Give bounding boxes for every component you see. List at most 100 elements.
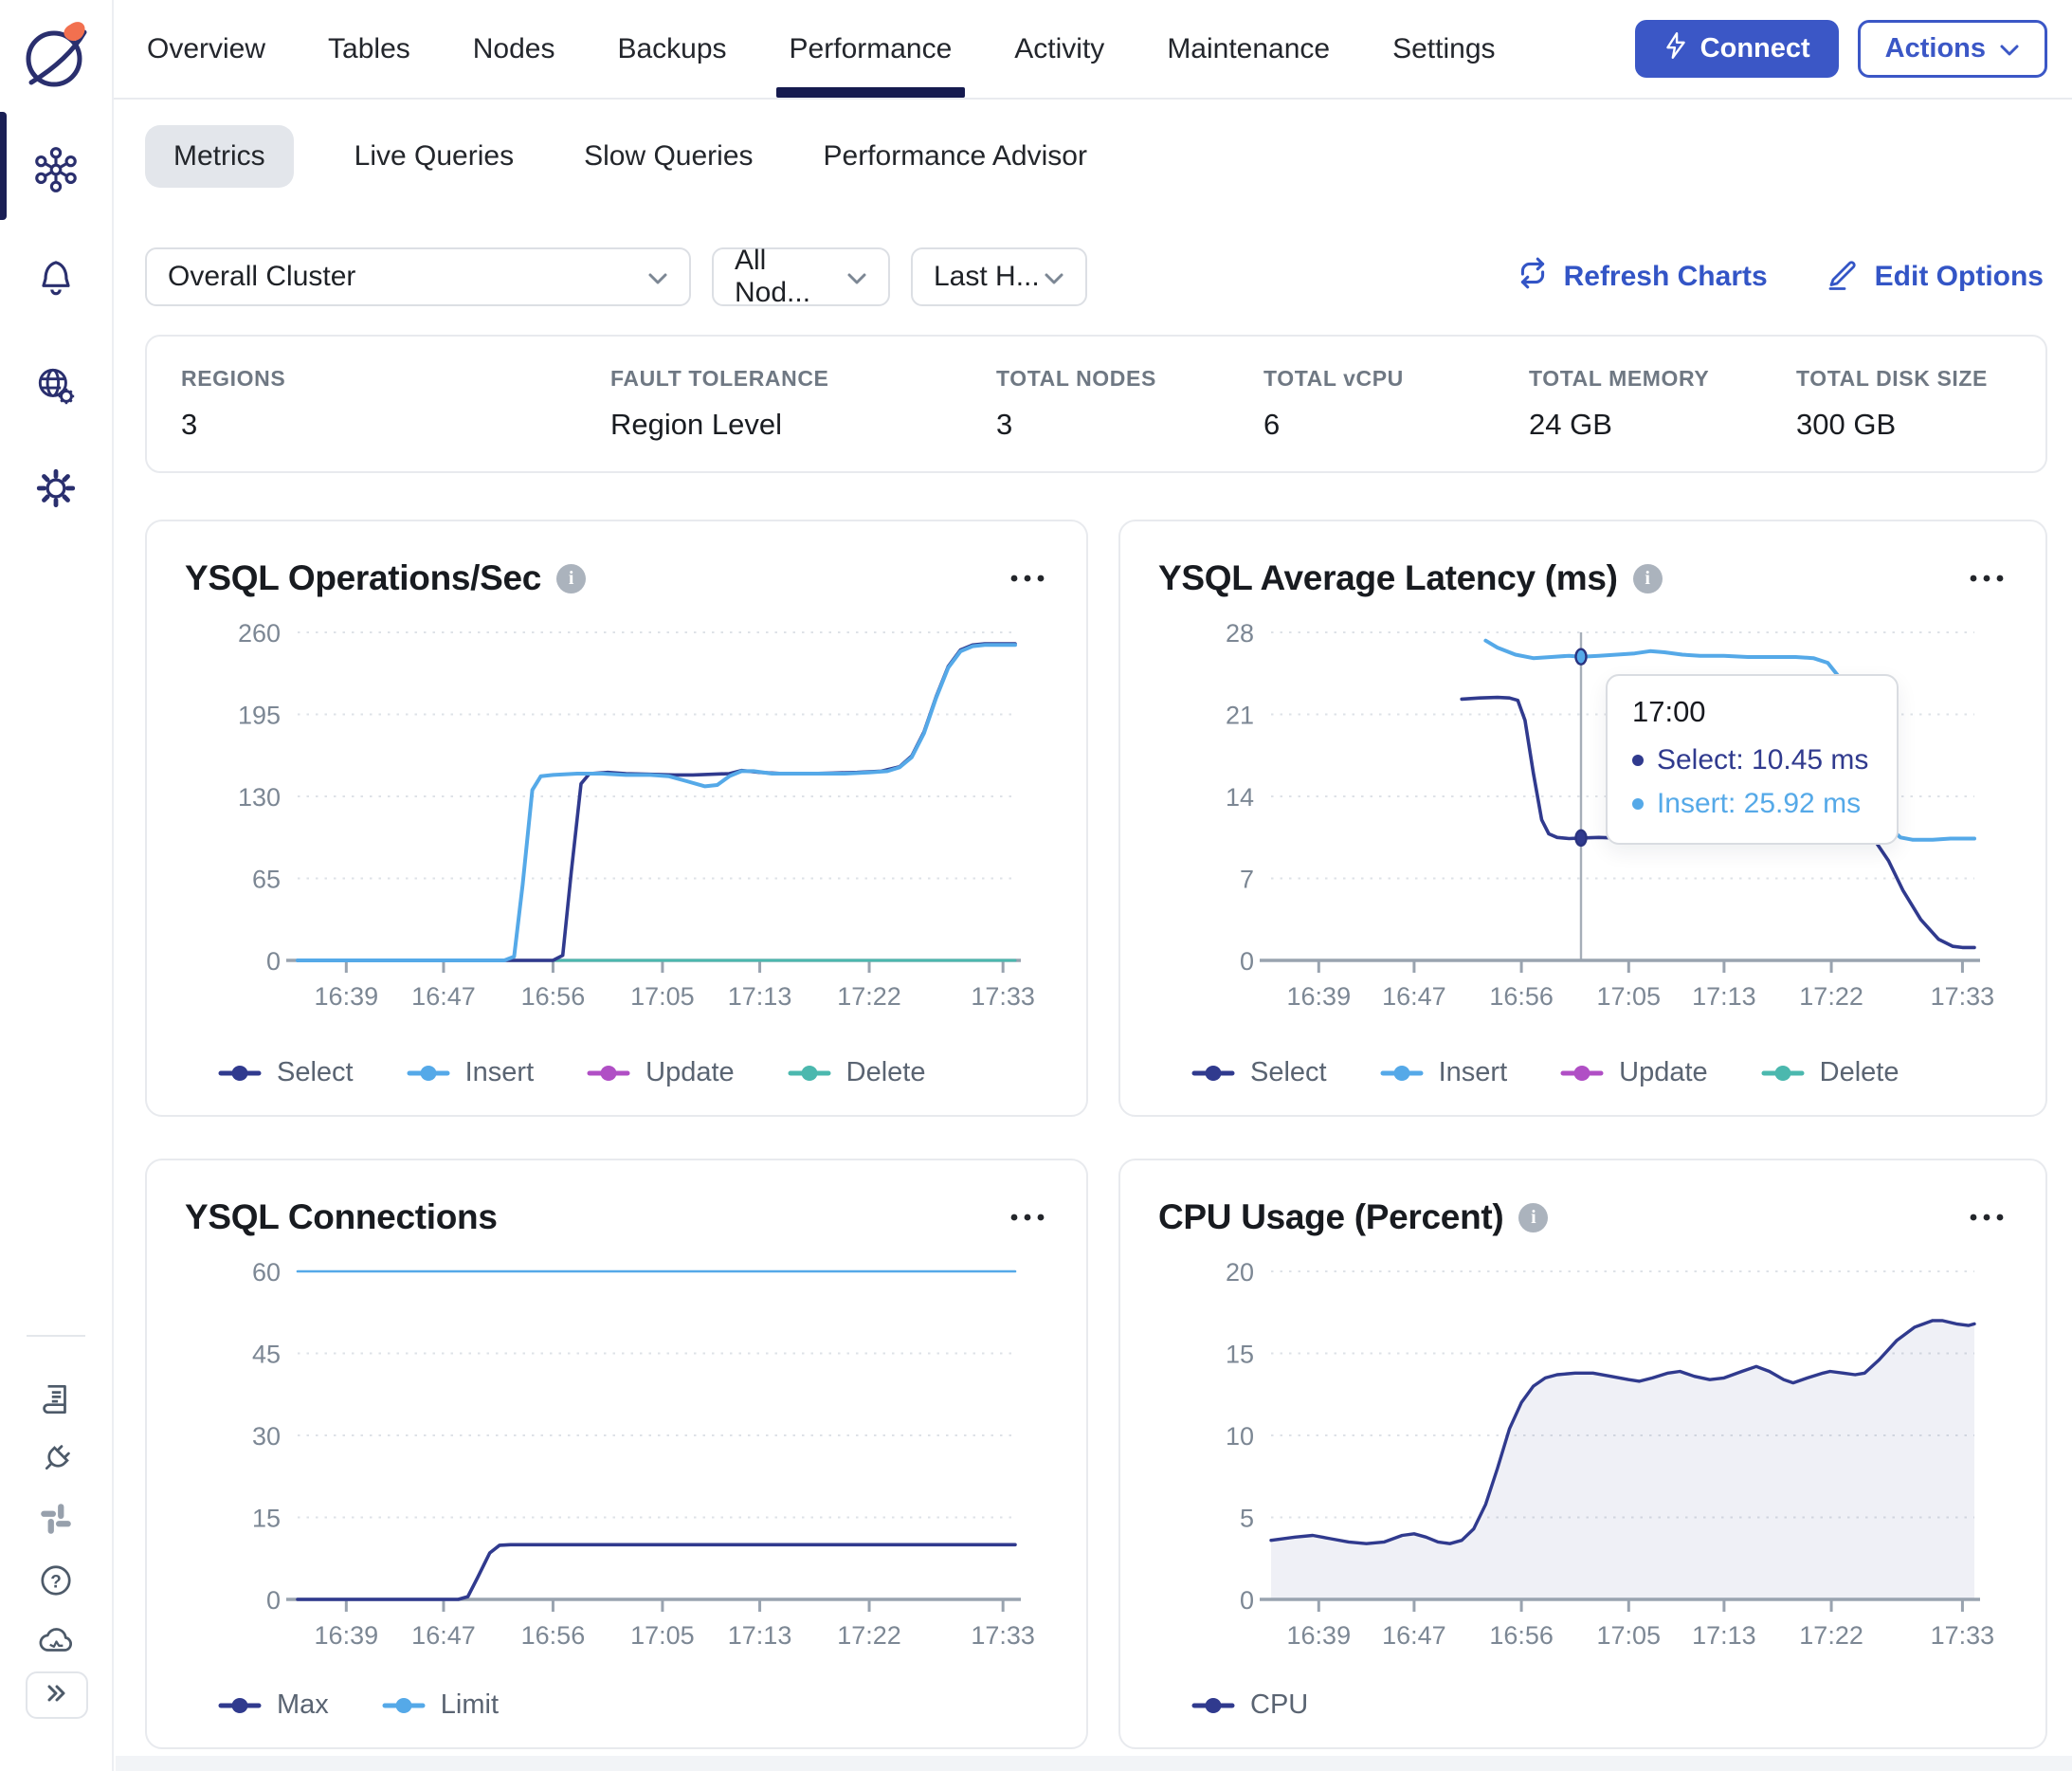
stat-regions: REGIONS 3: [181, 366, 610, 442]
legend-item-insert[interactable]: Insert: [1380, 1057, 1507, 1088]
chart-legend: Select Insert Update Delete: [218, 1057, 925, 1088]
stat-value: 24 GB: [1529, 408, 1612, 441]
legend-marker-icon: [218, 1065, 262, 1081]
chevron-down-icon: [846, 261, 867, 293]
svg-text:16:39: 16:39: [315, 1621, 379, 1650]
refresh-charts-link[interactable]: Refresh Charts: [1516, 256, 1768, 298]
cluster-icon: [33, 147, 79, 197]
legend-marker-icon: [788, 1065, 831, 1081]
svg-text:10: 10: [1226, 1422, 1254, 1451]
legend-label: Limit: [440, 1689, 500, 1720]
top-navigation: Overview Tables Nodes Backups Performance Act…: [114, 0, 2072, 100]
sidebar-item-slack[interactable]: [0, 1500, 112, 1543]
svg-text:17:05: 17:05: [1596, 982, 1661, 1011]
legend-item-cpu[interactable]: CPU: [1191, 1689, 1308, 1721]
tab-performance[interactable]: Performance: [775, 0, 966, 98]
info-icon[interactable]: i: [556, 563, 587, 593]
tab-settings[interactable]: Settings: [1392, 0, 1495, 98]
slack-icon: [37, 1500, 75, 1543]
legend-label: Update: [645, 1057, 735, 1087]
subtab-performance-advisor[interactable]: Performance Advisor: [814, 125, 1097, 188]
tab-activity[interactable]: Activity: [1014, 0, 1104, 98]
chart-menu-button[interactable]: [1966, 572, 2008, 585]
sidebar-expand-button[interactable]: [26, 1671, 88, 1719]
time-range-select[interactable]: Last H...: [911, 247, 1087, 306]
info-icon[interactable]: i: [1632, 563, 1663, 593]
subtab-live-queries[interactable]: Live Queries: [345, 125, 523, 188]
actions-button[interactable]: Actions: [1857, 20, 2047, 78]
sidebar-item-globe-gear[interactable]: [0, 363, 112, 413]
tab-tables[interactable]: Tables: [328, 0, 410, 98]
chart-menu-button[interactable]: [1007, 572, 1048, 585]
tooltip-row: Insert: 25.92 ms: [1631, 788, 1868, 820]
info-icon[interactable]: i: [1518, 1202, 1549, 1232]
chart-plot-area[interactable]: 0 15 30 45 60 16:39 16:47 16:56 17:05 17:13 17:22 1…: [185, 1257, 1052, 1655]
chart-card-ysql-average-latency-ms-: YSQL Average Latency (ms) i 0 7 14 21 28 16:39 1…: [1118, 520, 2047, 1117]
svg-text:16:56: 16:56: [1489, 982, 1554, 1011]
legend-item-delete[interactable]: Delete: [788, 1057, 925, 1088]
legend-item-delete[interactable]: Delete: [1761, 1057, 1899, 1088]
legend-item-limit[interactable]: Limit: [382, 1689, 499, 1721]
sidebar-item-bell[interactable]: [0, 255, 112, 305]
cluster-select-value: Overall Cluster: [168, 261, 356, 292]
legend-item-select[interactable]: Select: [1191, 1057, 1327, 1088]
sidebar-item-gear[interactable]: [0, 466, 112, 516]
sidebar: ?: [0, 0, 114, 1771]
stat-label: REGIONS: [181, 366, 286, 391]
chevron-down-icon: [1044, 261, 1064, 293]
tooltip-row: Select: 10.45 ms: [1631, 744, 1868, 776]
svg-text:20: 20: [1226, 1258, 1254, 1287]
svg-text:17:22: 17:22: [1799, 1621, 1863, 1650]
svg-text:17:13: 17:13: [1692, 1621, 1756, 1650]
svg-text:60: 60: [252, 1258, 281, 1287]
tab-nodes[interactable]: Nodes: [473, 0, 555, 98]
yugabyte-logo-icon[interactable]: [15, 13, 97, 95]
tooltip-time: 17:00: [1631, 694, 1706, 728]
legend-marker-icon: [1761, 1065, 1805, 1081]
sidebar-item-plug[interactable]: [0, 1440, 112, 1483]
legend-item-select[interactable]: Select: [218, 1057, 354, 1088]
svg-text:16:56: 16:56: [521, 982, 586, 1011]
subtab-metrics[interactable]: Metrics: [145, 125, 294, 188]
chart-legend: Max Limit: [218, 1689, 499, 1721]
sidebar-item-cluster[interactable]: [0, 147, 112, 197]
sidebar-item-cloud[interactable]: [0, 1621, 112, 1664]
legend-item-update[interactable]: Update: [587, 1057, 735, 1088]
chart-tooltip: 17:00 Select: 10.45 ms Insert: 25.92 ms: [1605, 673, 1899, 845]
nodes-select[interactable]: All Nod...: [712, 245, 890, 308]
tab-overview[interactable]: Overview: [147, 0, 265, 98]
svg-text:17:13: 17:13: [1692, 982, 1756, 1011]
sidebar-item-book[interactable]: [0, 1380, 112, 1423]
legend-label: Delete: [1819, 1057, 1899, 1087]
chart-menu-button[interactable]: [1966, 1211, 2008, 1224]
legend-label: Select: [277, 1057, 354, 1087]
edit-options-link[interactable]: Edit Options: [1825, 255, 2044, 299]
sidebar-item-help[interactable]: ?: [0, 1561, 112, 1604]
stat-total-disk-size: TOTAL DISK SIZE 300 GB: [1796, 366, 2045, 442]
chart-card-ysql-operations-sec: YSQL Operations/Sec i 0 65 130 195 260 16:39 16:…: [145, 520, 1088, 1117]
svg-text:16:47: 16:47: [1382, 1621, 1446, 1650]
stat-total-nodes: TOTAL NODES 3: [996, 366, 1263, 442]
connect-button[interactable]: Connect: [1634, 20, 1839, 78]
stat-value: 3: [181, 408, 198, 441]
svg-text:0: 0: [266, 1586, 281, 1615]
chart-plot-area[interactable]: 0 5 10 15 20 16:39 16:47 16:56 17:05 17:13 17:22 17…: [1158, 1257, 2011, 1655]
chart-plot-area[interactable]: 0 65 130 195 260 16:39 16:47 16:56 17:05 17:13 17:…: [185, 618, 1052, 1016]
svg-text:16:39: 16:39: [1287, 982, 1352, 1011]
stat-label: TOTAL DISK SIZE: [1796, 366, 1988, 391]
legend-item-insert[interactable]: Insert: [407, 1057, 534, 1088]
globe-gear-icon: [33, 363, 79, 413]
legend-item-update[interactable]: Update: [1560, 1057, 1708, 1088]
legend-item-max[interactable]: Max: [218, 1689, 329, 1721]
tab-backups[interactable]: Backups: [617, 0, 726, 98]
stat-total-memory: TOTAL MEMORY 24 GB: [1529, 366, 1796, 442]
chart-title: YSQL Average Latency (ms): [1158, 558, 1618, 597]
svg-text:17:33: 17:33: [971, 982, 1035, 1011]
chart-menu-button[interactable]: [1007, 1211, 1048, 1224]
chart-card-ysql-connections: YSQL Connections 0 15 30 45 60 16:39 16:47 16:56…: [145, 1159, 1088, 1749]
cluster-select[interactable]: Overall Cluster: [145, 247, 691, 306]
svg-text:7: 7: [1240, 866, 1254, 894]
tab-maintenance[interactable]: Maintenance: [1167, 0, 1330, 98]
subtab-slow-queries[interactable]: Slow Queries: [574, 125, 762, 188]
svg-text:30: 30: [252, 1422, 281, 1451]
